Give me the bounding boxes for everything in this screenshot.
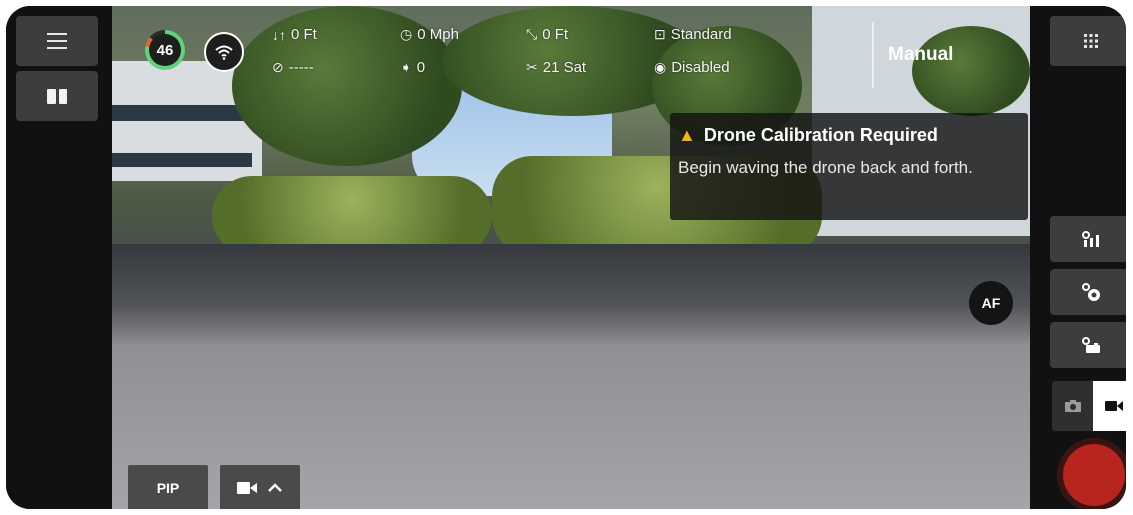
vision-value: Disabled bbox=[671, 59, 730, 76]
feed-shadow bbox=[112, 306, 1030, 346]
camera-settings-icon bbox=[1082, 231, 1099, 247]
altitude-readout: ↓↑ 0 Ft bbox=[272, 26, 317, 43]
home-point-icon: ⤡ bbox=[526, 26, 538, 42]
apps-grid-button[interactable] bbox=[1050, 16, 1126, 66]
distance-value: ----- bbox=[288, 59, 314, 76]
warning-icon: ▲ bbox=[678, 125, 696, 145]
drone-heading-icon: ➧ bbox=[400, 59, 412, 75]
autofocus-button[interactable]: AF bbox=[969, 281, 1013, 325]
main-menu-button[interactable] bbox=[16, 16, 98, 66]
control-mode-button[interactable]: Manual bbox=[888, 44, 953, 66]
obstacle-value: 0 bbox=[416, 59, 426, 76]
hamburger-menu-icon bbox=[47, 33, 67, 49]
obstacle-readout: ➧ 0 bbox=[400, 59, 425, 76]
signal-indicator[interactable] bbox=[204, 32, 244, 72]
vision-readout: ◉ Disabled bbox=[654, 59, 730, 76]
home-distance-value: 0 Ft bbox=[542, 26, 569, 43]
battery-percent: 46 bbox=[149, 34, 181, 66]
video-mode-option[interactable] bbox=[1093, 381, 1126, 431]
mode-divider bbox=[872, 22, 874, 88]
alert-message: Begin waving the drone back and forth. bbox=[678, 158, 973, 177]
compass-icon: ⊘ bbox=[272, 59, 284, 75]
photo-settings-icon bbox=[1082, 337, 1100, 353]
exposure-settings-icon bbox=[1082, 283, 1100, 301]
satellite-readout: ✂ 21 Sat bbox=[526, 59, 586, 76]
flight-mode-value: Standard bbox=[670, 26, 732, 43]
speed-readout: ◷ 0 Mph bbox=[400, 26, 459, 43]
chevron-up-icon bbox=[268, 483, 282, 492]
split-view-button[interactable] bbox=[16, 71, 98, 121]
battery-indicator[interactable]: 46 bbox=[145, 30, 185, 70]
camera-settings-button[interactable] bbox=[1050, 216, 1126, 262]
altitude-icon: ↓↑ bbox=[272, 26, 286, 43]
photo-settings-button[interactable] bbox=[1050, 322, 1126, 368]
home-distance-readout: ⤡ 0 Ft bbox=[526, 26, 568, 43]
pip-button[interactable]: PIP bbox=[128, 465, 208, 509]
wifi-signal-icon bbox=[215, 45, 233, 60]
alert-title: Drone Calibration Required bbox=[703, 125, 938, 145]
apps-grid-icon bbox=[1084, 34, 1098, 48]
distance-readout: ⊘ ----- bbox=[272, 59, 314, 76]
flight-mode-readout: ⊡ Standard bbox=[654, 26, 732, 43]
eye-icon: ◉ bbox=[654, 59, 667, 75]
flight-mode-icon: ⊡ bbox=[654, 26, 666, 42]
record-button[interactable] bbox=[1057, 438, 1126, 509]
video-camera-icon bbox=[237, 482, 257, 494]
feed-road bbox=[112, 244, 1030, 314]
photo-camera-icon bbox=[1064, 400, 1081, 412]
split-view-icon bbox=[47, 88, 67, 104]
camera-source-button[interactable] bbox=[220, 465, 300, 509]
satellite-icon: ✂ bbox=[526, 59, 538, 75]
alert-header: ▲ Drone Calibration Required bbox=[678, 125, 1020, 146]
altitude-value: 0 Ft bbox=[291, 26, 317, 43]
video-camera-icon bbox=[1104, 401, 1123, 411]
camera-mode-toggle[interactable] bbox=[1052, 381, 1126, 431]
feed-tree bbox=[912, 26, 1030, 116]
drone-app-screen: 46 ↓↑ 0 Ft ⊘ ----- ◷ 0 Mph ➧ 0 ⤡ 0 Ft ✂ … bbox=[6, 6, 1126, 509]
speed-value: 0 Mph bbox=[417, 26, 459, 43]
satellite-value: 21 Sat bbox=[542, 59, 587, 76]
photo-mode-option[interactable] bbox=[1052, 381, 1093, 431]
record-button-inner bbox=[1063, 444, 1125, 506]
speedometer-icon: ◷ bbox=[400, 26, 413, 42]
camera-feed[interactable] bbox=[112, 6, 1030, 509]
calibration-alert[interactable]: ▲ Drone Calibration Required Begin wavin… bbox=[670, 113, 1028, 220]
exposure-settings-button[interactable] bbox=[1050, 269, 1126, 315]
